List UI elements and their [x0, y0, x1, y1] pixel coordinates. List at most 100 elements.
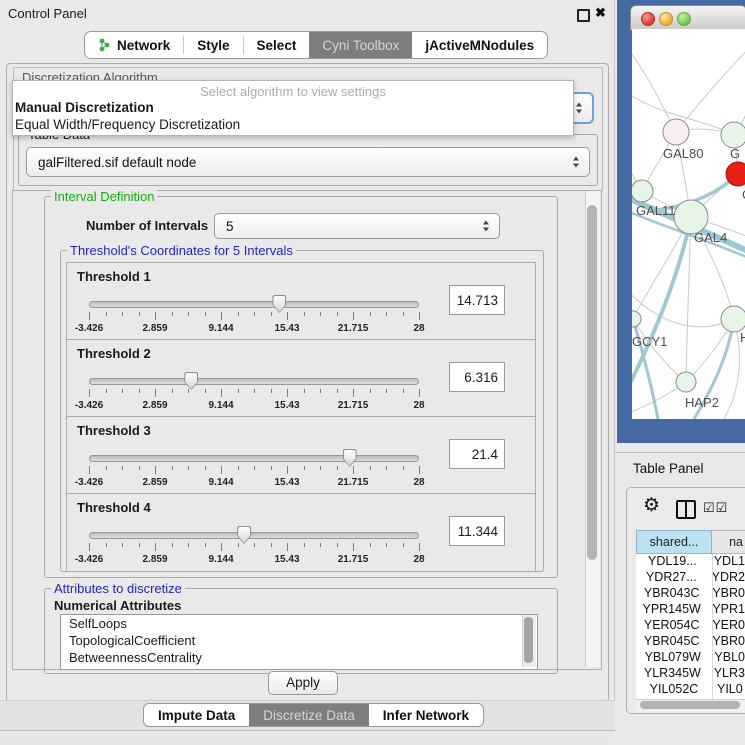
- network-node[interactable]: [721, 122, 745, 148]
- table-row[interactable]: YDL19...YDL1: [636, 554, 745, 570]
- network-node[interactable]: [726, 162, 745, 186]
- network-canvas-svg: GAL80GCGAL11GAL4GCY1HHAP2: [632, 29, 745, 419]
- network-view-canvas[interactable]: GAL80GCGAL11GAL4GCY1HHAP2: [632, 29, 745, 419]
- slider-tick: [139, 466, 140, 470]
- network-window-titlebar[interactable]: [630, 5, 745, 31]
- threshold-1-panel: Threshold 1 -3.4262.8599.14415.4321.7152…: [66, 262, 536, 341]
- desktop-background: [0, 731, 615, 745]
- table-row[interactable]: YIL052CYIL0: [636, 682, 745, 698]
- slider-track[interactable]: [89, 532, 419, 539]
- threshold-3-value-field[interactable]: 21.4: [449, 439, 505, 469]
- cell-name[interactable]: YBL0: [709, 650, 745, 666]
- gear-icon[interactable]: ⚙: [643, 494, 660, 517]
- tab-style[interactable]: Style: [184, 32, 242, 58]
- close-icon[interactable]: ✖: [595, 5, 606, 21]
- tab-infer-network[interactable]: Infer Network: [369, 704, 483, 726]
- tab-network[interactable]: Network: [85, 32, 183, 58]
- tab-cyni-toolbox[interactable]: Cyni Toolbox: [309, 32, 412, 58]
- cell-shared-name[interactable]: YDR27...: [636, 570, 707, 586]
- network-node-label: GAL4: [694, 230, 727, 245]
- threshold-3-slider[interactable]: -3.4262.8599.14415.4321.71528: [89, 449, 419, 493]
- number-of-intervals-combobox[interactable]: 5: [214, 213, 500, 239]
- table-data-combobox[interactable]: galFiltered.sif default node: [26, 147, 590, 177]
- table-rows[interactable]: YDL19...YDL1YDR27...YDR2YBR043CYBR0YPR14…: [636, 554, 745, 699]
- cell-shared-name[interactable]: YPR145W: [636, 602, 707, 618]
- tab-select[interactable]: Select: [244, 32, 310, 58]
- combo-stepper-icon: [483, 221, 490, 232]
- slider-handle[interactable]: [343, 449, 357, 467]
- slider-tick: [304, 466, 305, 470]
- dropdown-item-manual-discretization[interactable]: Manual Discretization: [15, 100, 154, 115]
- network-node[interactable]: [632, 180, 653, 202]
- table-row[interactable]: YDR27...YDR2: [636, 570, 745, 586]
- slider-handle[interactable]: [184, 372, 198, 390]
- network-edge[interactable]: [632, 217, 691, 395]
- threshold-1-slider[interactable]: -3.4262.8599.14415.4321.71528: [89, 295, 419, 339]
- cell-name[interactable]: YIL0: [712, 682, 743, 698]
- threshold-2-value-field[interactable]: 6.316: [449, 362, 505, 392]
- cell-shared-name[interactable]: YLR345W: [636, 666, 709, 682]
- numerical-attributes-list[interactable]: SelfLoopsTopologicalCoefficientBetweenne…: [60, 614, 538, 670]
- slider-tick: [386, 389, 387, 393]
- cell-shared-name[interactable]: YIL052C: [636, 682, 712, 698]
- network-edge[interactable]: [632, 47, 676, 132]
- slider-tick-label: 15.43: [274, 400, 299, 411]
- checkbox-icons[interactable]: ☑☑: [703, 500, 728, 516]
- slider-tick: [254, 312, 255, 316]
- table-row[interactable]: YBR043CYBR0: [636, 586, 745, 602]
- table-row[interactable]: YER054CYER0: [636, 618, 745, 634]
- table-row[interactable]: YBR045CYBR0: [636, 634, 745, 650]
- table-row[interactable]: YLR345WYLR3: [636, 666, 745, 682]
- apply-button[interactable]: Apply: [268, 671, 338, 695]
- split-columns-icon[interactable]: [676, 500, 696, 519]
- attributes-scrollbar-thumb[interactable]: [524, 617, 533, 663]
- zoom-traffic-light-icon[interactable]: [677, 12, 691, 26]
- attribute-item[interactable]: TopologicalCoefficient: [61, 632, 537, 649]
- tab-impute-data[interactable]: Impute Data: [144, 704, 249, 726]
- network-node[interactable]: [674, 200, 708, 234]
- threshold-1-value-field[interactable]: 14.713: [449, 285, 505, 315]
- attribute-item[interactable]: BetweennessCentrality: [61, 649, 537, 666]
- network-node[interactable]: [663, 119, 689, 145]
- cell-name[interactable]: YLR3: [709, 666, 745, 682]
- network-node[interactable]: [721, 306, 745, 332]
- cell-shared-name[interactable]: YBR043C: [636, 586, 707, 602]
- slider-track[interactable]: [89, 378, 419, 385]
- cell-shared-name[interactable]: YBL079W: [636, 650, 709, 666]
- vertical-scrollbar-thumb[interactable]: [587, 205, 597, 560]
- tab-discretize-data[interactable]: Discretize Data: [249, 704, 369, 726]
- table-row[interactable]: YPR145WYPR1: [636, 602, 745, 618]
- slider-track[interactable]: [89, 455, 419, 462]
- cell-shared-name[interactable]: YDL19...: [636, 554, 709, 570]
- horizontal-scrollbar-thumb[interactable]: [640, 701, 740, 709]
- slider-handle[interactable]: [272, 295, 286, 313]
- cell-shared-name[interactable]: YBR045C: [636, 634, 707, 650]
- slider-track[interactable]: [89, 301, 419, 308]
- attribute-item[interactable]: SelfLoops: [61, 615, 537, 632]
- slider-tick: [238, 312, 239, 316]
- minimize-traffic-light-icon[interactable]: [659, 12, 673, 26]
- threshold-4-slider[interactable]: -3.4262.8599.14415.4321.71528: [89, 526, 419, 570]
- column-header-shared[interactable]: shared...: [636, 530, 712, 554]
- slider-tick: [122, 389, 123, 393]
- tab-jactivemnodules[interactable]: jActiveMNodules: [412, 32, 547, 58]
- table-row[interactable]: YBL079WYBL0: [636, 650, 745, 666]
- dropdown-item-equal-width-frequency[interactable]: Equal Width/Frequency Discretization: [15, 117, 240, 132]
- slider-handle[interactable]: [237, 526, 251, 544]
- network-node[interactable]: [676, 372, 696, 392]
- column-divider[interactable]: [712, 554, 713, 699]
- close-traffic-light-icon[interactable]: [641, 12, 655, 26]
- threshold-2-slider[interactable]: -3.4262.8599.14415.4321.71528: [89, 372, 419, 416]
- threshold-label: Threshold 1: [77, 269, 151, 284]
- column-header-name[interactable]: na: [712, 530, 745, 554]
- network-node[interactable]: [632, 311, 641, 327]
- network-edge[interactable]: [676, 45, 745, 132]
- cell-name[interactable]: YDL1: [709, 554, 745, 570]
- threshold-4-panel: Threshold 4 -3.4262.8599.14415.4321.7152…: [66, 493, 536, 572]
- float-window-icon[interactable]: [577, 9, 590, 22]
- slider-tick: [106, 543, 107, 547]
- cell-shared-name[interactable]: YER054C: [636, 618, 707, 634]
- slider-tick-label: 15.43: [274, 554, 299, 565]
- tab-label: Discretize Data: [263, 708, 355, 723]
- threshold-4-value-field[interactable]: 11.344: [449, 516, 505, 546]
